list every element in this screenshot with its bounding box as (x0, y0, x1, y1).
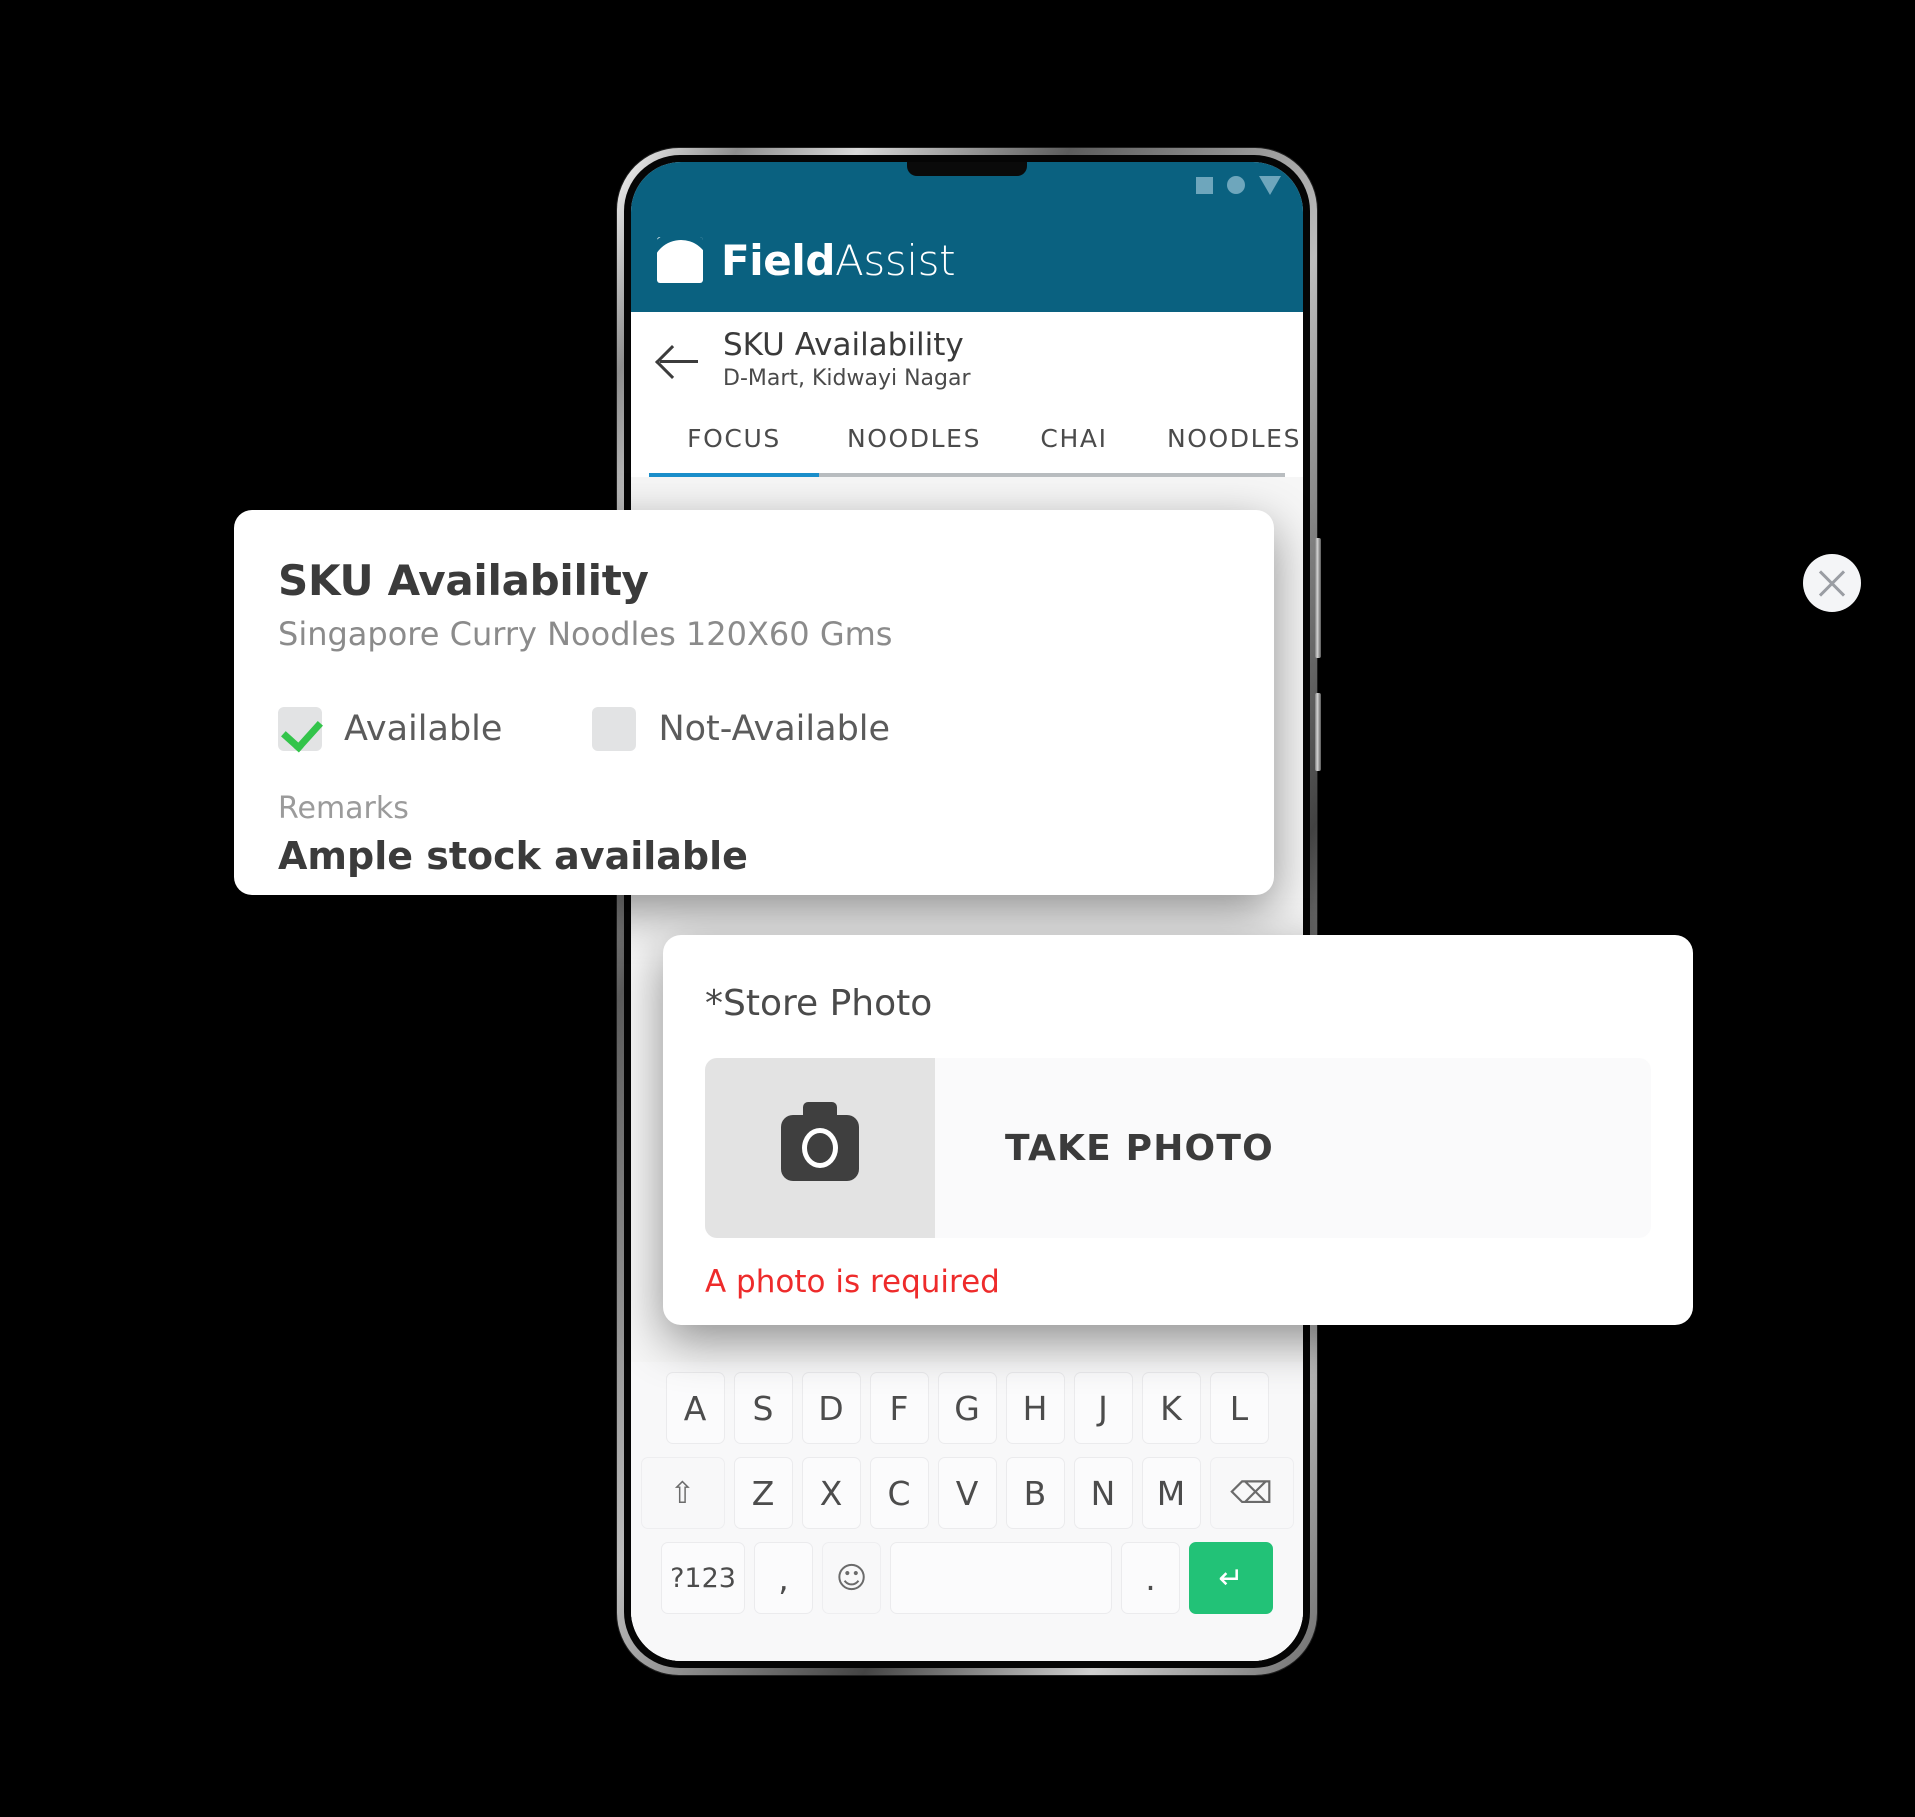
tab-focus[interactable]: FOCUS (649, 410, 819, 473)
photo-error-text: A photo is required (705, 1264, 1000, 1300)
keyboard-row-bottom-letters: ⇧ Z X C V B N M ⌫ (639, 1457, 1295, 1529)
key-g[interactable]: G (937, 1372, 997, 1444)
key-s[interactable]: S (733, 1372, 793, 1444)
key-b[interactable]: B (1005, 1457, 1065, 1529)
power-button[interactable] (1315, 693, 1321, 771)
key-l[interactable]: L (1209, 1372, 1269, 1444)
available-label: Available (344, 709, 503, 749)
notch (907, 162, 1027, 176)
take-photo-label: TAKE PHOTO (1005, 1127, 1274, 1169)
sku-dialog-title: SKU Availability (278, 556, 649, 605)
close-icon[interactable] (1803, 554, 1861, 612)
key-f[interactable]: F (869, 1372, 929, 1444)
volume-button[interactable] (1315, 538, 1321, 658)
brand-wordmark: FieldAssist (721, 235, 956, 285)
screenshot-canvas: FieldAssist SKU Availability D-Mart, Kid… (0, 0, 1915, 1817)
brand-bold: Field (721, 235, 836, 285)
camera-icon (705, 1058, 935, 1238)
key-n[interactable]: N (1073, 1457, 1133, 1529)
backspace-icon[interactable]: ⌫ (1209, 1457, 1294, 1529)
emoji-smiley-icon[interactable]: ☺ (822, 1542, 881, 1614)
store-photo-label: *Store Photo (705, 983, 933, 1024)
app-bar: FieldAssist (631, 208, 1303, 312)
key-j[interactable]: J (1073, 1372, 1133, 1444)
page-title: SKU Availability (723, 327, 964, 364)
fieldassist-logo-icon (657, 237, 703, 283)
sku-availability-dialog: SKU Availability Singapore Curry Noodles… (234, 510, 1274, 895)
phone-screen: FieldAssist SKU Availability D-Mart, Kid… (631, 162, 1303, 1661)
key-m[interactable]: M (1141, 1457, 1201, 1529)
available-checkbox[interactable] (278, 707, 322, 751)
shift-up-icon[interactable]: ⇧ (640, 1457, 725, 1529)
sku-dialog-subtitle: Singapore Curry Noodles 120X60 Gms (278, 615, 893, 653)
shift-glyph: ⇧ (669, 1475, 696, 1511)
key-d[interactable]: D (801, 1372, 861, 1444)
tab-noodles-2[interactable]: NOODLES (1139, 410, 1303, 473)
tab-noodles-1[interactable]: NOODLES (819, 410, 1009, 473)
remarks-label: Remarks (278, 791, 409, 826)
back-arrow-icon[interactable] (657, 339, 701, 383)
enter-return-icon[interactable]: ↵ (1189, 1542, 1273, 1614)
not-available-label: Not-Available (658, 709, 891, 749)
enter-glyph: ↵ (1218, 1560, 1244, 1596)
key-a[interactable]: A (665, 1372, 725, 1444)
keyboard-row-home: A S D F G H J K L (639, 1372, 1295, 1444)
backspace-glyph: ⌫ (1230, 1475, 1273, 1511)
availability-options: Available Not-Available (278, 707, 1230, 751)
nav-bar: SKU Availability D-Mart, Kidwayi Nagar (631, 312, 1303, 410)
remarks-value: Ample stock available (278, 834, 748, 878)
symbols-key[interactable]: ?123 (661, 1542, 745, 1614)
key-k[interactable]: K (1141, 1372, 1201, 1444)
onscreen-keyboard: A S D F G H J K L ⇧ Z X C V B N M ⌫ ?123… (631, 1362, 1303, 1661)
brand-light: Assist (835, 235, 956, 285)
phone-device: FieldAssist SKU Availability D-Mart, Kid… (617, 148, 1321, 1675)
not-available-checkbox[interactable] (592, 707, 637, 751)
square-icon (1196, 176, 1213, 194)
period-key[interactable]: . (1121, 1542, 1180, 1614)
store-photo-card: *Store Photo TAKE PHOTO A photo is requi… (663, 935, 1693, 1325)
circle-icon (1227, 176, 1245, 194)
comma-key[interactable]: , (754, 1542, 813, 1614)
keyboard-row-symbols: ?123 , ☺ . ↵ (639, 1542, 1295, 1614)
tab-chai[interactable]: CHAI (1009, 410, 1139, 473)
key-x[interactable]: X (801, 1457, 861, 1529)
take-photo-button[interactable]: TAKE PHOTO (705, 1058, 1651, 1238)
space-key[interactable] (890, 1542, 1112, 1614)
key-h[interactable]: H (1005, 1372, 1065, 1444)
key-v[interactable]: V (937, 1457, 997, 1529)
page-subtitle: D-Mart, Kidwayi Nagar (723, 366, 971, 392)
triangle-down-icon (1259, 175, 1281, 195)
tab-bar: FOCUS NOODLES CHAI NOODLES (631, 410, 1303, 473)
key-c[interactable]: C (869, 1457, 929, 1529)
emoji-glyph: ☺ (835, 1560, 868, 1596)
key-z[interactable]: Z (733, 1457, 793, 1529)
